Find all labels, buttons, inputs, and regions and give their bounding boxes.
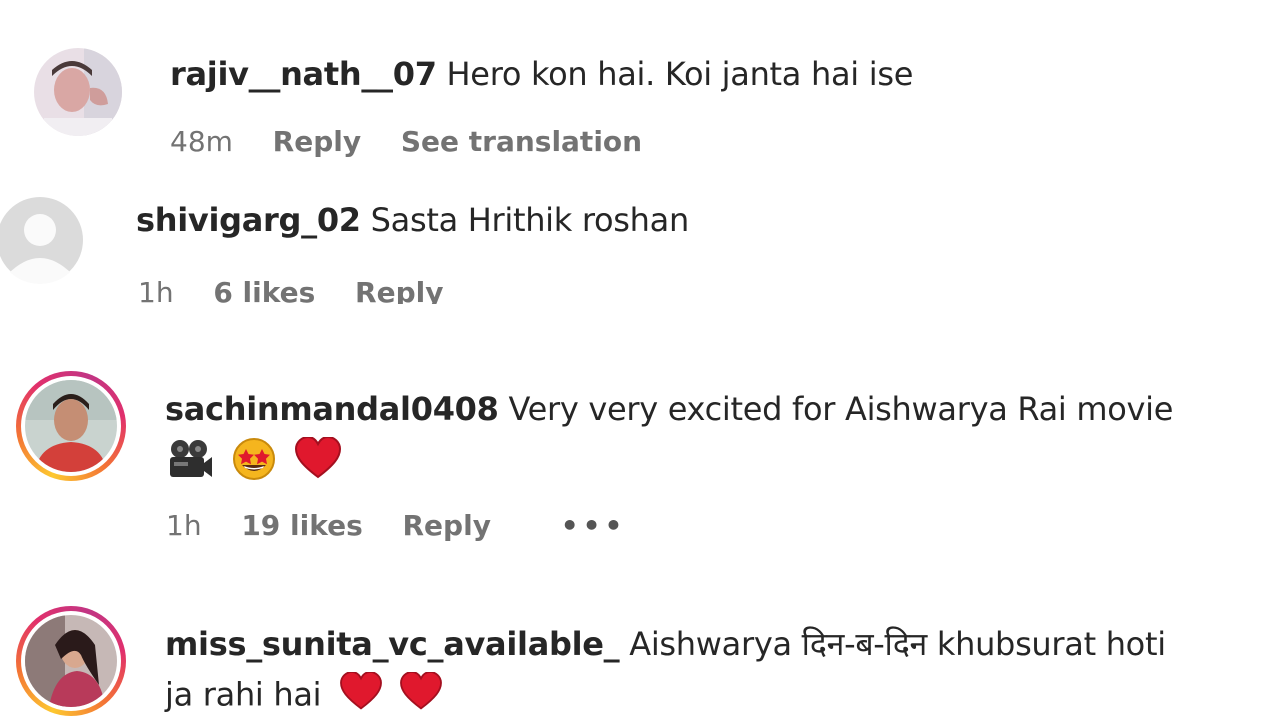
comment-time: 1h <box>166 509 202 542</box>
user-photo-icon <box>34 48 122 136</box>
comment-username[interactable]: shivigarg_02 <box>136 201 361 239</box>
avatar[interactable] <box>0 196 84 284</box>
comment-meta: 1h 19 likes Reply ••• <box>166 509 656 543</box>
avatar <box>25 615 117 707</box>
red-heart-icon <box>339 671 383 721</box>
comment-text-line: rajiv__nath__07 Hero kon hai. Koi janta … <box>170 54 913 94</box>
comment-text-line: shivigarg_02 Sasta Hrithik roshan <box>136 200 689 240</box>
reply-button[interactable]: Reply <box>403 509 491 542</box>
story-ring[interactable] <box>16 371 126 481</box>
comment-text: Aishwarya दिन-ब-दिन khubsurat hoti <box>629 625 1166 663</box>
comment-item: rajiv__nath__07 Hero kon hai. Koi janta … <box>0 0 1280 175</box>
avatar[interactable] <box>34 48 122 136</box>
comment-username[interactable]: sachinmandal0408 <box>165 390 499 428</box>
reply-button[interactable]: Reply <box>273 125 361 158</box>
comment-text: ja rahi hai <box>165 675 322 714</box>
comment-text: Very very excited for Aishwarya Rai movi… <box>508 390 1174 428</box>
more-options-icon[interactable]: ••• <box>561 509 627 542</box>
comment-username[interactable]: rajiv__nath__07 <box>170 55 437 93</box>
comment-time: 48m <box>170 125 233 158</box>
comment-item: sachinmandal0408 Very very excited for A… <box>0 365 1280 565</box>
avatar <box>25 380 117 472</box>
red-heart-icon <box>294 435 342 490</box>
comment-text-line-2: ja rahi hai <box>165 671 449 721</box>
see-translation-button[interactable]: See translation <box>401 125 642 158</box>
comment-item: shivigarg_02 Sasta Hrithik roshan 1h 6 l… <box>0 190 1280 310</box>
user-photo-icon <box>25 380 117 472</box>
comment-emoji-line <box>166 435 348 481</box>
comment-meta: 48m Reply See translation <box>170 125 672 159</box>
comment-text: Hero kon hai. Koi janta hai ise <box>446 55 914 93</box>
likes-count[interactable]: 19 likes <box>241 509 362 542</box>
comment-text-line: miss_sunita_vc_available_ Aishwarya दिन-… <box>165 624 1166 664</box>
default-avatar-icon <box>0 197 83 284</box>
red-heart-icon <box>399 671 443 721</box>
comment-text-line: sachinmandal0408 Very very excited for A… <box>165 389 1173 429</box>
comment-item: miss_sunita_vc_available_ Aishwarya दिन-… <box>0 600 1280 720</box>
star-struck-icon <box>230 437 278 490</box>
story-ring[interactable] <box>16 606 126 716</box>
user-photo-icon <box>25 615 117 707</box>
comment-username[interactable]: miss_sunita_vc_available_ <box>165 625 620 663</box>
scroll-clip-mask <box>0 304 1280 326</box>
movie-camera-icon <box>166 437 214 490</box>
comment-text: Sasta Hrithik roshan <box>370 201 690 239</box>
